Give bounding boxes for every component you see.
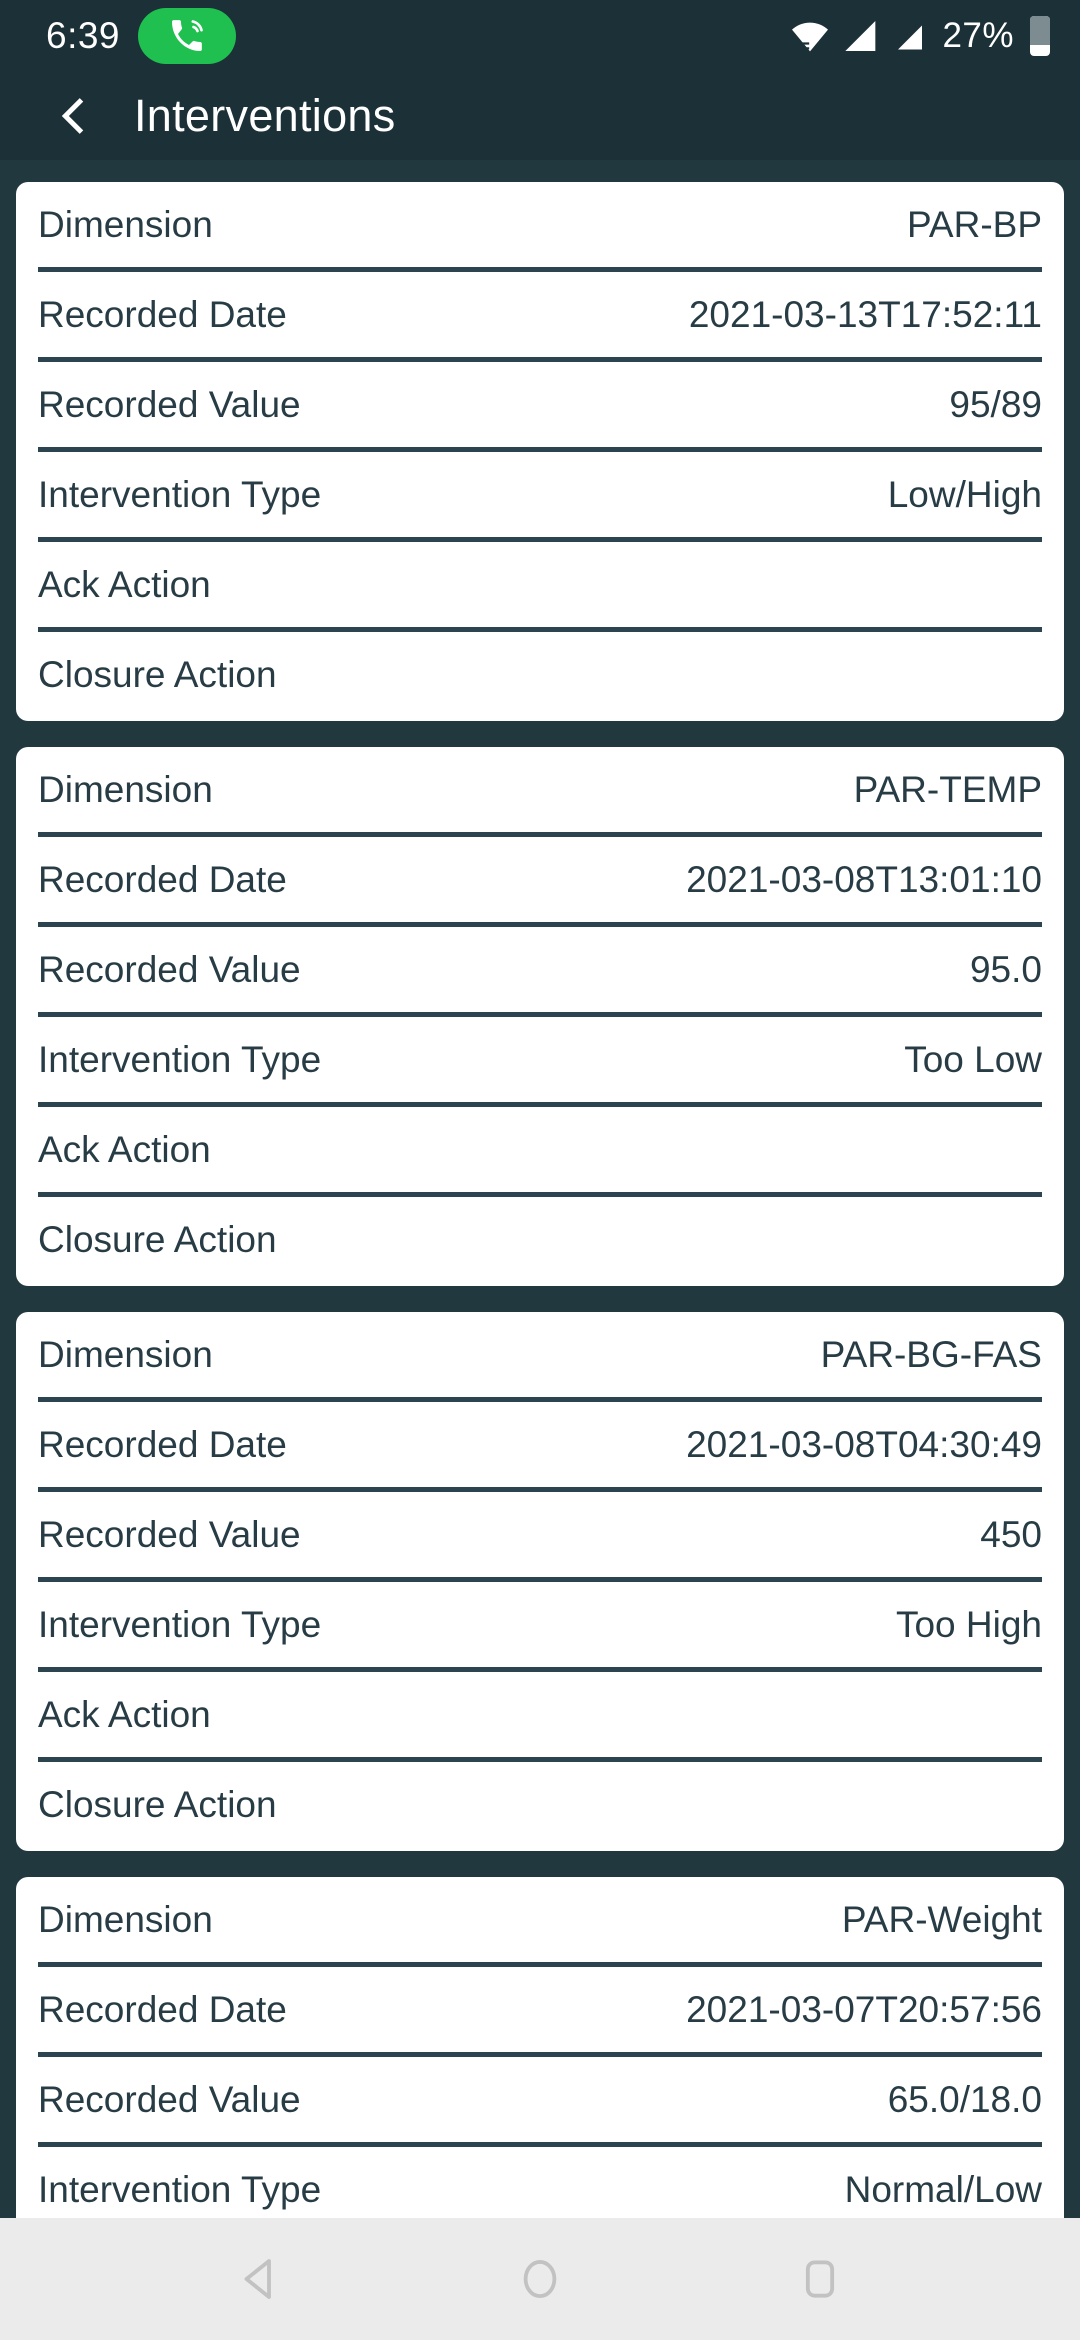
nav-recents-button[interactable] <box>765 2224 875 2334</box>
recorded-date-row: Recorded Date 2021-03-07T20:57:56 <box>16 1967 1064 2052</box>
row-label: Recorded Date <box>38 1423 287 1465</box>
row-label: Dimension <box>38 1333 213 1375</box>
nav-home-button[interactable] <box>485 2224 595 2334</box>
row-value: Too Low <box>904 1038 1042 1080</box>
circle-home-icon <box>523 2259 557 2299</box>
row-label: Recorded Date <box>38 293 287 335</box>
row-value: Low/High <box>887 473 1042 515</box>
intervention-type-row: Intervention Type Normal/Low <box>16 2147 1064 2218</box>
dimension-row: Dimension PAR-BP <box>16 182 1064 267</box>
row-label: Intervention Type <box>38 1603 322 1645</box>
row-value: 2021-03-13T17:52:11 <box>688 293 1042 335</box>
status-bar-left: 6:39 <box>46 8 237 64</box>
dimension-row: Dimension PAR-BG-FAS <box>16 1312 1064 1397</box>
intervention-card[interactable]: Dimension PAR-BP Recorded Date 2021-03-1… <box>16 182 1064 721</box>
row-value: PAR-BG-FAS <box>820 1333 1042 1375</box>
ack-action-row: Ack Action <box>16 1672 1064 1757</box>
row-label: Intervention Type <box>38 2168 322 2210</box>
recorded-date-row: Recorded Date 2021-03-08T13:01:10 <box>16 837 1064 922</box>
recorded-value-row: Recorded Value 95.0 <box>16 927 1064 1012</box>
row-label: Ack Action <box>38 1128 211 1170</box>
status-clock: 6:39 <box>46 15 121 56</box>
triangle-back-icon <box>244 2259 271 2299</box>
nav-back-button[interactable] <box>205 2224 315 2334</box>
back-button[interactable] <box>40 83 106 149</box>
dimension-row: Dimension PAR-Weight <box>16 1877 1064 1962</box>
intervention-card[interactable]: Dimension PAR-Weight Recorded Date 2021-… <box>16 1877 1064 2218</box>
closure-action-row: Closure Action <box>16 632 1064 717</box>
status-bar: 6:39 27% <box>0 0 1080 72</box>
recorded-value-row: Recorded Value 65.0/18.0 <box>16 2057 1064 2142</box>
row-value: PAR-TEMP <box>853 768 1042 810</box>
app-bar: Interventions <box>0 72 1080 160</box>
row-label: Recorded Value <box>38 948 301 990</box>
row-label: Closure Action <box>38 653 277 695</box>
row-value: PAR-BP <box>906 203 1042 245</box>
row-label: Ack Action <box>38 1693 211 1735</box>
row-label: Recorded Value <box>38 1513 301 1555</box>
android-nav-bar <box>0 2218 1080 2340</box>
phone-call-icon <box>172 20 203 51</box>
row-value: 95/89 <box>949 383 1042 425</box>
row-label: Dimension <box>38 203 213 245</box>
page-title: Interventions <box>134 90 396 141</box>
signal-bars-icon <box>845 21 876 51</box>
status-bar-right: 27% <box>788 16 1050 56</box>
recorded-date-row: Recorded Date 2021-03-13T17:52:11 <box>16 272 1064 357</box>
battery-percent-label: 27% <box>942 16 1014 55</box>
recorded-value-row: Recorded Value 450 <box>16 1492 1064 1577</box>
ack-action-row: Ack Action <box>16 542 1064 627</box>
row-label: Recorded Date <box>38 858 287 900</box>
recorded-value-row: Recorded Value 95/89 <box>16 362 1064 447</box>
row-label: Recorded Date <box>38 1988 287 2030</box>
row-label: Intervention Type <box>38 1038 322 1080</box>
row-label: Closure Action <box>38 1783 277 1825</box>
intervention-type-row: Intervention Type Too High <box>16 1582 1064 1667</box>
dimension-row: Dimension PAR-TEMP <box>16 747 1064 832</box>
row-value: Normal/Low <box>844 2168 1042 2210</box>
wifi-icon <box>792 22 829 52</box>
row-label: Recorded Value <box>38 2078 301 2120</box>
row-value: 65.0/18.0 <box>887 2078 1042 2120</box>
closure-action-row: Closure Action <box>16 1762 1064 1847</box>
row-label: Closure Action <box>38 1218 277 1260</box>
phone-screen: 6:39 27% Interventions Dimension PAR-BP … <box>0 0 1080 2340</box>
interventions-list[interactable]: Dimension PAR-BP Recorded Date 2021-03-1… <box>0 160 1080 2218</box>
intervention-card[interactable]: Dimension PAR-BG-FAS Recorded Date 2021-… <box>16 1312 1064 1851</box>
row-value: Too High <box>895 1603 1042 1645</box>
ongoing-call-pill[interactable] <box>138 8 237 64</box>
battery-icon <box>1030 16 1050 56</box>
intervention-type-row: Intervention Type Low/High <box>16 452 1064 537</box>
row-label: Intervention Type <box>38 473 322 515</box>
recorded-date-row: Recorded Date 2021-03-08T04:30:49 <box>16 1402 1064 1487</box>
row-value: PAR-Weight <box>841 1898 1042 1940</box>
row-label: Dimension <box>38 768 213 810</box>
square-recents-icon <box>805 2260 835 2298</box>
row-label: Dimension <box>38 1898 213 1940</box>
row-value: 2021-03-07T20:57:56 <box>686 1988 1042 2030</box>
intervention-type-row: Intervention Type Too Low <box>16 1017 1064 1102</box>
ack-action-row: Ack Action <box>16 1107 1064 1192</box>
intervention-card[interactable]: Dimension PAR-TEMP Recorded Date 2021-03… <box>16 747 1064 1286</box>
row-label: Recorded Value <box>38 383 301 425</box>
row-value: 2021-03-08T04:30:49 <box>686 1423 1042 1465</box>
closure-action-row: Closure Action <box>16 1197 1064 1282</box>
signal-bars-icon <box>898 25 923 50</box>
row-value: 95.0 <box>969 948 1042 990</box>
row-value: 450 <box>980 1513 1042 1555</box>
row-label: Ack Action <box>38 563 211 605</box>
row-value: 2021-03-08T13:01:10 <box>686 858 1042 900</box>
chevron-left-icon <box>61 98 84 134</box>
